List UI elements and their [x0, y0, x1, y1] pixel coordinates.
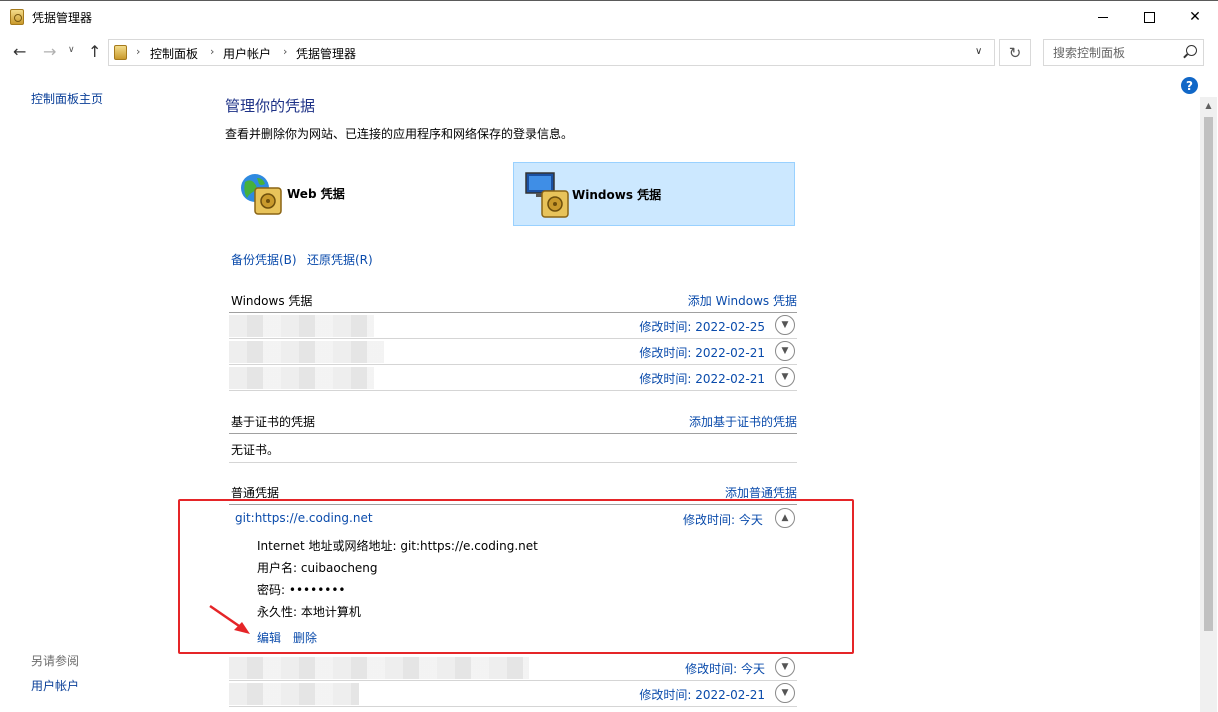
- section-title: 基于证书的凭据: [231, 415, 316, 429]
- windows-credentials-tile[interactable]: Windows 凭据: [513, 162, 795, 226]
- chevron-right-icon[interactable]: ›: [210, 45, 214, 58]
- address-dropdown-chevron-icon[interactable]: ∨: [975, 46, 982, 57]
- control-panel-home-link[interactable]: 控制面板主页: [31, 90, 103, 107]
- modified-date: 修改时间: 今天: [685, 662, 765, 676]
- chevron-right-icon[interactable]: ›: [283, 45, 287, 58]
- modified-date: 修改时间: 2022-02-21: [639, 372, 765, 386]
- window-title: 凭据管理器: [32, 11, 93, 25]
- maximize-button[interactable]: [1126, 1, 1172, 33]
- section-divider: [229, 462, 797, 463]
- forward-arrow-icon[interactable]: →: [43, 42, 56, 61]
- credential-row[interactable]: 修改时间: 2022-02-21 ▼: [229, 365, 797, 391]
- minimize-button[interactable]: [1080, 1, 1126, 33]
- search-box[interactable]: [1043, 39, 1204, 66]
- credential-row[interactable]: 修改时间: 2022-02-25 ▼: [229, 313, 797, 339]
- modified-date: 修改时间: 2022-02-21: [639, 346, 765, 360]
- redacted-credential-name: [229, 315, 374, 337]
- recent-locations-chevron-icon[interactable]: ∨: [68, 45, 75, 55]
- title-bar: 凭据管理器: [0, 0, 1218, 33]
- breadcrumb-user-accounts[interactable]: 用户帐户: [223, 45, 271, 62]
- web-credentials-tile[interactable]: Web 凭据: [229, 162, 511, 226]
- back-arrow-icon[interactable]: ←: [13, 42, 26, 61]
- control-panel-icon: [114, 45, 127, 60]
- restore-credentials-link[interactable]: 还原凭据(R): [307, 251, 373, 268]
- navigation-bar: ← → ∨ ↑ › 控制面板 › 用户帐户 › 凭据管理器 ∨ ↻: [0, 33, 1218, 71]
- credential-row[interactable]: 修改时间: 2022-02-21 ▼: [229, 681, 797, 707]
- page-title: 管理你的凭据: [225, 97, 316, 115]
- expand-chevron-icon[interactable]: ▼: [775, 341, 795, 361]
- help-icon[interactable]: ?: [1181, 77, 1198, 94]
- redacted-credential-name: [229, 657, 529, 679]
- chevron-right-icon[interactable]: ›: [136, 45, 140, 58]
- refresh-button[interactable]: ↻: [999, 39, 1031, 66]
- add-windows-credential-link[interactable]: 添加 Windows 凭据: [688, 292, 797, 309]
- credential-row[interactable]: 修改时间: 今天 ▼: [229, 655, 797, 681]
- refresh-icon: ↻: [1008, 43, 1022, 62]
- section-title: Windows 凭据: [231, 294, 313, 308]
- modified-date: 修改时间: 2022-02-25: [639, 320, 765, 334]
- redacted-credential-name: [229, 367, 374, 389]
- credential-row[interactable]: 修改时间: 2022-02-21 ▼: [229, 339, 797, 365]
- redacted-credential-name: [229, 341, 384, 363]
- credential-manager-icon: [10, 9, 24, 25]
- expand-chevron-icon[interactable]: ▼: [775, 657, 795, 677]
- up-arrow-icon[interactable]: ↑: [88, 42, 101, 61]
- windows-credentials-label: Windows 凭据: [572, 188, 662, 202]
- section-divider: [229, 433, 797, 434]
- breadcrumb-control-panel[interactable]: 控制面板: [150, 45, 198, 62]
- see-also-heading: 另请参阅: [31, 654, 80, 668]
- search-icon[interactable]: [1186, 45, 1197, 56]
- web-credentials-label: Web 凭据: [287, 187, 345, 201]
- add-certificate-credential-link[interactable]: 添加基于证书的凭据: [689, 413, 797, 430]
- annotation-arrow-icon: [209, 604, 250, 634]
- web-vault-icon: [241, 174, 282, 215]
- search-input[interactable]: [1044, 40, 1182, 65]
- address-bar[interactable]: › 控制面板 › 用户帐户 › 凭据管理器 ∨: [108, 39, 995, 66]
- no-certificate-text: 无证书。: [231, 443, 280, 457]
- modified-date: 修改时间: 2022-02-21: [639, 688, 765, 702]
- expand-chevron-icon[interactable]: ▼: [775, 315, 795, 335]
- scroll-up-arrow-icon[interactable]: ▲: [1200, 97, 1217, 114]
- windows-vault-icon: [525, 172, 569, 218]
- close-button[interactable]: [1172, 1, 1218, 33]
- scroll-thumb[interactable]: [1204, 117, 1213, 631]
- page-description: 查看并删除你为网站、已连接的应用程序和网络保存的登录信息。: [225, 127, 574, 141]
- breadcrumb-credential-manager[interactable]: 凭据管理器: [296, 45, 356, 62]
- highlight-annotation-box: [178, 499, 854, 654]
- user-accounts-link[interactable]: 用户帐户: [31, 677, 79, 694]
- vertical-scrollbar[interactable]: ▲: [1200, 97, 1217, 712]
- expand-chevron-icon[interactable]: ▼: [775, 367, 795, 387]
- redacted-credential-name: [229, 683, 359, 705]
- expand-chevron-icon[interactable]: ▼: [775, 683, 795, 703]
- backup-credentials-link[interactable]: 备份凭据(B): [231, 251, 297, 268]
